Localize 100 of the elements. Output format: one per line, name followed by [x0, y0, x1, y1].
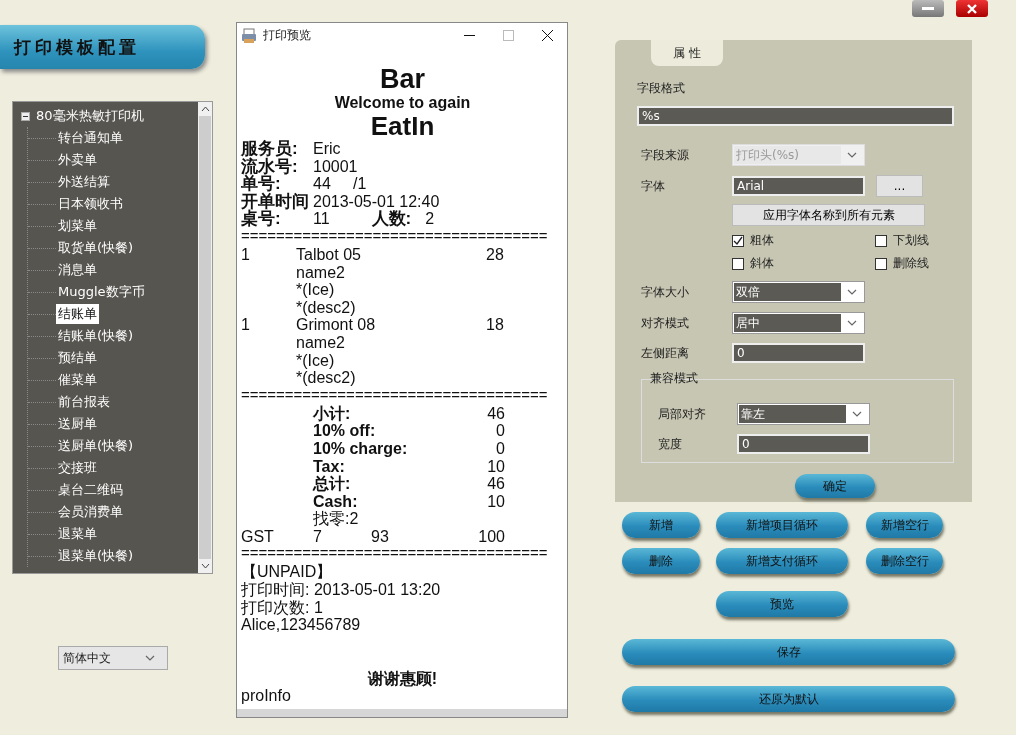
- apply-font-button[interactable]: 应用字体名称到所有元素: [732, 204, 925, 226]
- scrollbar[interactable]: [198, 102, 212, 573]
- action-button[interactable]: 新增支付循环: [716, 548, 848, 574]
- footer-line: 【UNPAID】: [241, 563, 334, 582]
- footer-line: 打印次数: 1: [241, 598, 324, 617]
- action-button[interactable]: 新增空行: [866, 512, 943, 538]
- field-label: 字体: [641, 177, 666, 195]
- field-label: 局部对齐: [657, 405, 707, 423]
- reset-button[interactable]: 还原为默认: [622, 686, 955, 712]
- item-note: name2: [296, 263, 346, 282]
- input-field[interactable]: Arial: [732, 176, 865, 196]
- checkbox-label: 粗体: [750, 232, 774, 249]
- close-icon[interactable]: [542, 30, 553, 41]
- dropdown[interactable]: 双倍: [732, 281, 865, 303]
- tree-item[interactable]: 桌台二维码: [56, 480, 125, 500]
- checkbox[interactable]: [732, 234, 744, 247]
- tree-item[interactable]: 会员消费单: [56, 502, 125, 522]
- tree-item[interactable]: 退菜单(快餐): [56, 546, 136, 566]
- tree-item[interactable]: 前台报表: [56, 392, 112, 412]
- receipt-label: 开单时间: [241, 192, 310, 211]
- footer-line: 打印时间: 2013-05-01 13:20: [241, 581, 442, 599]
- gst-cell-text: GST: [241, 527, 275, 546]
- tree-item[interactable]: 外送结算: [56, 172, 112, 192]
- item-note: *(desc2): [296, 369, 357, 387]
- tree-item[interactable]: 交接班: [56, 458, 99, 478]
- preview-button[interactable]: 预览: [716, 591, 848, 617]
- language-dropdown[interactable]: 简体中文: [58, 646, 168, 670]
- tree-item[interactable]: Muggle数字币: [56, 282, 147, 302]
- scroll-up-icon[interactable]: [200, 106, 210, 112]
- gst-cell-text: 100: [477, 527, 505, 546]
- dropdown-icon: [847, 320, 857, 326]
- action-button[interactable]: 新增项目循环: [716, 512, 848, 538]
- checkbox-label: 下划线: [893, 232, 929, 249]
- input-field[interactable]: %s: [637, 106, 954, 126]
- item-qty: 1: [241, 316, 251, 334]
- receipt-label: 桌号:: [241, 210, 281, 228]
- checkbox[interactable]: [732, 257, 744, 270]
- tree-item[interactable]: 取货单(快餐): [56, 238, 136, 258]
- dropdown[interactable]: 居中: [732, 312, 865, 334]
- item-qty: 1: [241, 245, 251, 264]
- gst-cell-text: 7: [313, 527, 323, 546]
- group-title: 兼容模式: [650, 370, 698, 387]
- scroll-down-icon[interactable]: [200, 563, 210, 569]
- receipt-value: 2013-05-01 12:40: [313, 192, 440, 210]
- checkbox-label: 斜体: [750, 255, 774, 272]
- receipt-value: 44 /1: [313, 175, 367, 193]
- action-button[interactable]: 新增: [622, 512, 700, 538]
- dropdown[interactable]: 靠左: [737, 403, 870, 425]
- tree-item[interactable]: 送厨单: [56, 414, 99, 434]
- tree-item[interactable]: 转台通知单: [56, 128, 125, 148]
- close-button[interactable]: [956, 0, 988, 17]
- tree-item[interactable]: 催菜单: [56, 370, 99, 390]
- action-button[interactable]: 删除: [622, 548, 700, 574]
- pro-info-text: proInfo: [241, 687, 292, 706]
- separator-line: ===================================: [241, 547, 549, 560]
- receipt-value: 11: [313, 210, 330, 228]
- tree-item[interactable]: 划菜单: [56, 216, 99, 236]
- tree-item[interactable]: 消息单: [56, 260, 99, 280]
- item-note: name2: [296, 333, 346, 352]
- tree-item[interactable]: 日本领收书: [56, 194, 125, 214]
- total-label: 总计:: [313, 475, 352, 493]
- input-field[interactable]: 0: [737, 434, 870, 454]
- header-banner: 打印模板配置: [0, 25, 205, 69]
- minimize-icon: [922, 6, 934, 11]
- item-note: *(Ice): [296, 351, 336, 370]
- order-type: EatIn: [369, 112, 436, 140]
- thanks-text: 谢谢惠顾!: [366, 669, 439, 688]
- total-value: 46: [486, 404, 505, 423]
- checkbox[interactable]: [875, 257, 887, 270]
- tree-item[interactable]: 预结单: [56, 348, 99, 368]
- receipt-value: Eric: [313, 140, 341, 158]
- receipt-value: 2: [425, 210, 435, 228]
- scrollbar[interactable]: [237, 709, 567, 717]
- minimize-button[interactable]: [912, 0, 944, 17]
- action-button[interactable]: 删除空行: [866, 548, 943, 574]
- input-field[interactable]: 0: [732, 343, 865, 363]
- receipt-value: 10001: [313, 157, 358, 176]
- tree-item[interactable]: 外卖单: [56, 150, 99, 170]
- receipt-title: Bar: [379, 64, 426, 94]
- field-label: 字段来源: [641, 146, 690, 164]
- tree-item[interactable]: 结账单(快餐): [56, 326, 136, 346]
- tree-item[interactable]: 退菜单: [56, 524, 99, 544]
- save-button[interactable]: 保存: [622, 639, 955, 665]
- total-value: 0: [495, 439, 505, 458]
- font-picker-button[interactable]: ...: [876, 175, 923, 197]
- tree-item[interactable]: 80毫米热敏打印机: [36, 107, 144, 125]
- checkbox[interactable]: [875, 234, 887, 247]
- footer-line: Alice,123456789: [241, 616, 362, 634]
- confirm-button[interactable]: 确定: [795, 474, 875, 498]
- total-label: 小计:: [313, 404, 352, 423]
- total-value: 10: [486, 492, 505, 511]
- properties-tab[interactable]: 属 性: [651, 40, 723, 66]
- field-label: 宽度: [657, 435, 683, 453]
- tree-item[interactable]: 送厨单(快餐): [56, 436, 136, 456]
- dropdown-icon: [847, 289, 857, 295]
- collapse-icon[interactable]: [21, 111, 30, 121]
- tree-item[interactable]: 结账单: [56, 304, 99, 324]
- field-label: 左侧距离: [641, 344, 690, 362]
- total-value: 10: [486, 457, 505, 476]
- total-label: 10% off:: [313, 422, 377, 440]
